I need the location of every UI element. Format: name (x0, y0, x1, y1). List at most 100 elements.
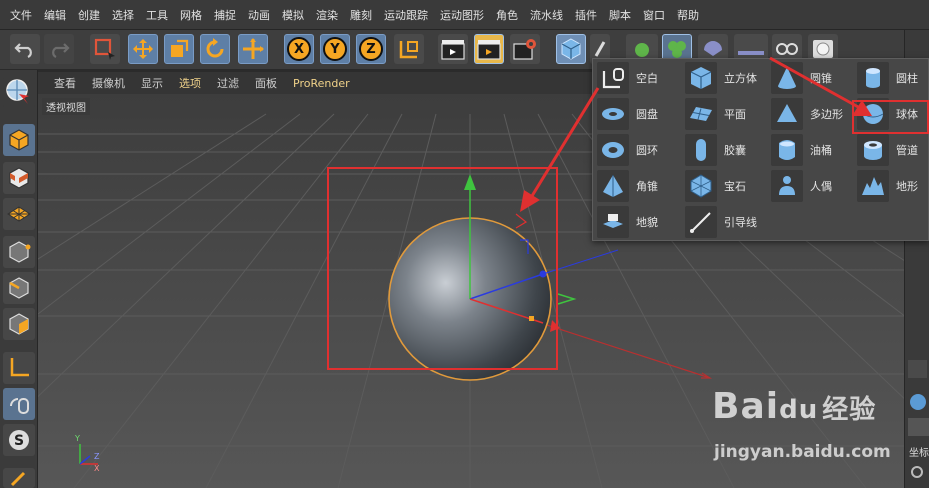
popup-item-tube[interactable]: 管道 (857, 133, 929, 167)
cylinder-icon (857, 62, 889, 94)
menu-motion-tracking[interactable]: 运动跟踪 (378, 7, 434, 23)
menu-render[interactable]: 渲染 (310, 7, 344, 23)
point-mode-button[interactable] (3, 236, 35, 268)
view-menu-prorender[interactable]: ProRender (285, 77, 358, 90)
clapper-icon (441, 40, 465, 60)
axis-mode-button[interactable] (3, 352, 35, 384)
tweak-mode-button[interactable] (3, 388, 35, 420)
view-menu-view[interactable]: 查看 (46, 75, 84, 91)
select-tool-button[interactable] (90, 34, 120, 64)
workplane-mode-button[interactable] (3, 198, 35, 230)
redo-button[interactable] (44, 34, 74, 64)
edge-mode-button[interactable] (3, 272, 35, 304)
polygon-mode-button[interactable] (3, 308, 35, 340)
checker-cube-icon (9, 167, 29, 189)
menu-simulate[interactable]: 模拟 (276, 7, 310, 23)
menu-mesh[interactable]: 网格 (174, 7, 208, 23)
menu-character[interactable]: 角色 (490, 7, 524, 23)
axis-x-button[interactable]: X (284, 34, 314, 64)
popup-item-cylinder[interactable]: 圆柱 (857, 61, 929, 95)
popup-item-disc[interactable]: 圆盘 (597, 97, 683, 131)
menu-pipeline[interactable]: 流水线 (524, 7, 569, 23)
move-tool-button[interactable] (128, 34, 158, 64)
view-menu-panel[interactable]: 面板 (247, 75, 285, 91)
menu-sculpt[interactable]: 雕刻 (344, 7, 378, 23)
generator-icon (635, 43, 649, 57)
axis-y-button[interactable]: Y (320, 34, 350, 64)
workplane-icon (7, 206, 31, 222)
menu-select[interactable]: 选择 (106, 7, 140, 23)
render-picture-viewer-button[interactable] (474, 34, 504, 64)
coordinate-system-icon (399, 41, 418, 59)
view-menu-display[interactable]: 显示 (133, 75, 171, 91)
popup-item-null[interactable]: 空白 (597, 61, 683, 95)
popup-item-cube[interactable]: 立方体 (685, 61, 771, 95)
menu-mograph[interactable]: 运动图形 (434, 7, 490, 23)
menu-file[interactable]: 文件 (4, 7, 38, 23)
popup-item-plane[interactable]: 平面 (685, 97, 771, 131)
popup-item-pyramid[interactable]: 角锥 (597, 169, 683, 203)
rect-select-icon (94, 38, 115, 60)
popup-item-oil-tank[interactable]: 油桶 (771, 133, 857, 167)
view-menu-options[interactable]: 选项 (171, 75, 209, 91)
popup-item-cone[interactable]: 圆锥 (771, 61, 857, 95)
globe-icon (6, 79, 29, 104)
menu-create[interactable]: 创建 (72, 7, 106, 23)
make-editable-button[interactable] (3, 76, 35, 108)
snap-button[interactable]: S (3, 424, 35, 456)
coord-system-button[interactable] (394, 34, 424, 64)
popup-item-label: 人偶 (810, 180, 832, 193)
menu-help[interactable]: 帮助 (671, 7, 705, 23)
popup-item-gem[interactable]: 宝石 (685, 169, 771, 203)
clapper-icon (477, 40, 501, 60)
menu-plugins[interactable]: 插件 (569, 7, 603, 23)
disc-icon (597, 98, 629, 130)
menu-animate[interactable]: 动画 (242, 7, 276, 23)
redo-icon (52, 43, 70, 58)
panel-tab[interactable] (908, 360, 927, 378)
deformer-icon (704, 41, 722, 56)
view-menu-camera[interactable]: 摄像机 (84, 75, 133, 91)
popup-item-label: 圆柱 (896, 72, 918, 85)
undo-button[interactable] (10, 34, 40, 64)
menu-tools[interactable]: 工具 (140, 7, 174, 23)
popup-item-landscape[interactable]: 地形 (857, 169, 929, 203)
render-view-button[interactable] (438, 34, 468, 64)
scale-tool-button[interactable] (164, 34, 194, 64)
popup-item-polygon[interactable]: 多边形 (771, 97, 857, 131)
axis-z-button[interactable]: Z (356, 34, 386, 64)
popup-item-capsule[interactable]: 胶囊 (685, 133, 771, 167)
paint-button[interactable] (3, 468, 35, 488)
gem-icon (685, 170, 717, 202)
render-settings-button[interactable] (510, 34, 540, 64)
viewport-title: 透视视图 (42, 98, 90, 115)
menu-snap[interactable]: 捕捉 (208, 7, 242, 23)
popup-item-label: 多边形 (810, 108, 843, 121)
gizmo-y-label: Y (75, 434, 80, 443)
texture-mode-button[interactable] (3, 162, 35, 194)
undo-icon (14, 43, 32, 58)
snap-icon: S (9, 430, 29, 450)
baidu-watermark: Baidu 经验 jingyan.baidu.com (712, 384, 926, 488)
model-mode-button[interactable] (3, 124, 35, 156)
popup-item-label: 圆盘 (636, 108, 658, 121)
cube-object-button[interactable] (556, 34, 586, 64)
pen-icon (594, 41, 606, 57)
popup-item-label: 油桶 (810, 144, 832, 157)
view-menu-filter[interactable]: 过滤 (209, 75, 247, 91)
popup-item-torus[interactable]: 圆环 (597, 133, 683, 167)
mouse-icon (10, 398, 29, 414)
annotation-box-sphere (327, 167, 558, 370)
torus-icon (597, 134, 629, 166)
menu-script[interactable]: 脚本 (603, 7, 637, 23)
popup-item-relief[interactable]: 地貌 (597, 205, 683, 239)
menu-edit[interactable]: 编辑 (38, 7, 72, 23)
watermark-url: jingyan.baidu.com (714, 442, 891, 462)
menu-window[interactable]: 窗口 (637, 7, 671, 23)
popup-item-guide[interactable]: 引导线 (685, 205, 771, 239)
popup-item-label: 宝石 (724, 180, 746, 193)
popup-item-figure[interactable]: 人偶 (771, 169, 857, 203)
guide-icon (685, 206, 717, 238)
last-tool-button[interactable] (238, 34, 268, 64)
rotate-tool-button[interactable] (200, 34, 230, 64)
